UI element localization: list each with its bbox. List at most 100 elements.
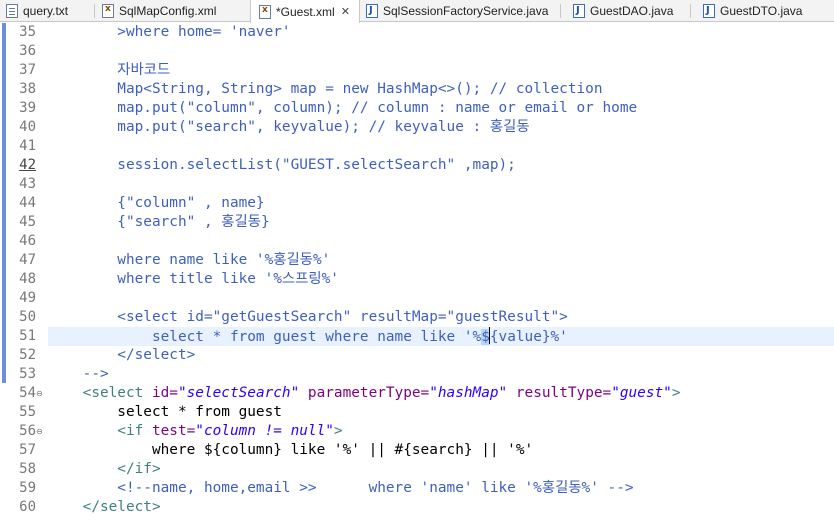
fold-collapse-icon[interactable]: ⊖ [36,384,46,403]
code-line[interactable]: 41 [0,137,834,156]
line-number: 42 [19,157,36,173]
code-text: --> [48,366,109,382]
code-line[interactable]: 56 ⊖ <if test="column != null"> [0,422,834,441]
line-number: 45 [19,214,36,230]
line-number: 38 [19,81,36,97]
xml-tag: <select [48,385,152,401]
code-text: >where home= 'naver' [48,24,291,40]
tab-separator [690,4,691,18]
code-editor[interactable]: 35 >where home= 'naver' 36 37 자바코드 38 Ma… [0,23,834,521]
xml-tag-end: > [333,423,343,439]
tab-sqlsessionfactoryservice-java[interactable]: SqlSessionFactoryService.java [366,0,548,22]
code-line[interactable]: 60 </select> [0,498,834,517]
code-line[interactable]: 44 {"column" , name} [0,194,834,213]
tab-label: GuestDTO.java [720,4,803,18]
code-line[interactable]: 59 <!--name, home,email >> where 'name' … [0,479,834,498]
tab-sqlmapconfig-xml[interactable]: SqlMapConfig.xml [102,0,216,22]
code-line[interactable]: 43 [0,175,834,194]
line-number: 44 [19,195,36,211]
code-line[interactable]: 54 ⊖ <select id="selectSearch" parameterT… [0,384,834,403]
code-text: where title like '%스프링%' [48,271,339,287]
line-number: 35 [19,24,36,40]
tab-separator [560,4,561,18]
code-line[interactable]: 37 자바코드 [0,61,834,80]
code-text: {"column" , name} [48,195,265,211]
code-line[interactable]: 58 </if> [0,460,834,479]
code-text: <select id="getGuestSearch" resultMap="g… [48,309,568,325]
code-line-current[interactable]: 51 select * from guest where name like '… [0,327,834,346]
line-number: 52 [19,347,36,363]
code-line[interactable]: 39 map.put("column", column); // column … [0,99,834,118]
line-number: 48 [19,271,36,287]
code-line[interactable]: 49 [0,289,834,308]
line-number: 50 [19,309,36,325]
code-line[interactable]: 42 session.selectList("GUEST.selectSearc… [0,156,834,175]
line-number: 47 [19,252,36,268]
code-text-after: {value}%' [489,329,568,345]
line-number: 51 [19,328,36,344]
code-text: <select id="selectSearch" parameterType=… [48,384,681,403]
code-line[interactable]: 47 where name like '%홍길동%' [0,251,834,270]
java-file-icon [703,4,715,18]
code-text: 자바코드 [48,62,171,78]
xml-file-icon [102,4,114,18]
code-text: </select> [48,347,196,363]
line-number: 53 [19,366,36,382]
line-number: 56 [19,423,36,439]
line-number: 40 [19,119,36,135]
tab-guestdao-java[interactable]: GuestDAO.java [573,0,673,22]
line-number: 41 [19,138,36,154]
tab-label: SqlMapConfig.xml [119,4,217,18]
code-line[interactable]: 50 <select id="getGuestSearch" resultMap… [0,308,834,327]
code-line[interactable]: 53 --> [0,365,834,384]
code-line[interactable]: 40 map.put("search", keyvalue); // keyva… [0,118,834,137]
code-text: map.put("column", column); // column : n… [48,100,638,116]
tab-guest-xml[interactable]: *Guest.xml ✕ [250,0,360,23]
line-number: 59 [19,480,36,496]
code-text: where ${column} like '%' || #{search} ||… [48,442,534,458]
code-text: {"search" , 홍길동} [48,214,270,230]
code-text: session.selectList("GUEST.selectSearch" … [48,157,516,173]
line-number: 37 [19,62,36,78]
code-text: where name like '%홍길동%' [48,252,331,268]
code-text: select * from guest where name like '%${… [48,327,568,347]
close-tab-icon[interactable]: ✕ [341,5,350,18]
xml-attr: parameterType= [299,385,430,401]
fold-collapse-icon[interactable]: ⊖ [36,422,46,441]
xml-value: "column != null" [195,423,334,439]
code-line[interactable]: 57 where ${column} like '%' || #{search}… [0,441,834,460]
xml-attr: id= [151,385,178,401]
code-line[interactable]: 48 where title like '%스프링%' [0,270,834,289]
tab-label: SqlSessionFactoryService.java [383,4,549,18]
tab-query-txt[interactable]: query.txt [6,0,68,22]
tab-label: *Guest.xml [276,4,335,19]
xml-file-icon [259,4,271,19]
line-number: 55 [19,404,36,420]
xml-value: "guest" [611,385,672,401]
code-line[interactable]: 52 </select> [0,346,834,365]
code-line[interactable]: 46 [0,232,834,251]
code-line[interactable]: 45 {"search" , 홍길동} [0,213,834,232]
tab-label: GuestDAO.java [590,4,674,18]
code-text: <if test="column != null"> [48,422,343,441]
xml-attr: resultType= [507,385,612,401]
xml-value: "hashMap" [429,385,508,401]
tab-label: query.txt [23,4,69,18]
tab-guestdto-java[interactable]: GuestDTO.java [703,0,802,22]
xml-tag: <if [48,423,152,439]
line-number: 39 [19,100,36,116]
line-number: 36 [19,43,36,59]
code-text: <!--name, home,email >> where 'name' lik… [48,480,634,496]
line-number: 54 [19,385,36,401]
code-line[interactable]: 55 select * from guest [0,403,834,422]
xml-attr: test= [151,423,196,439]
line-number: 57 [19,442,36,458]
code-text: select * from guest [48,404,282,420]
code-line[interactable]: 38 Map<String, String> map = new HashMap… [0,80,834,99]
code-line[interactable]: 35 >where home= 'naver' [0,23,834,42]
xml-value: "selectSearch" [177,385,300,401]
code-text-before: select * from guest where name like '% [48,329,482,345]
line-number: 60 [19,499,36,515]
line-number: 49 [19,290,36,306]
code-line[interactable]: 36 [0,42,834,61]
